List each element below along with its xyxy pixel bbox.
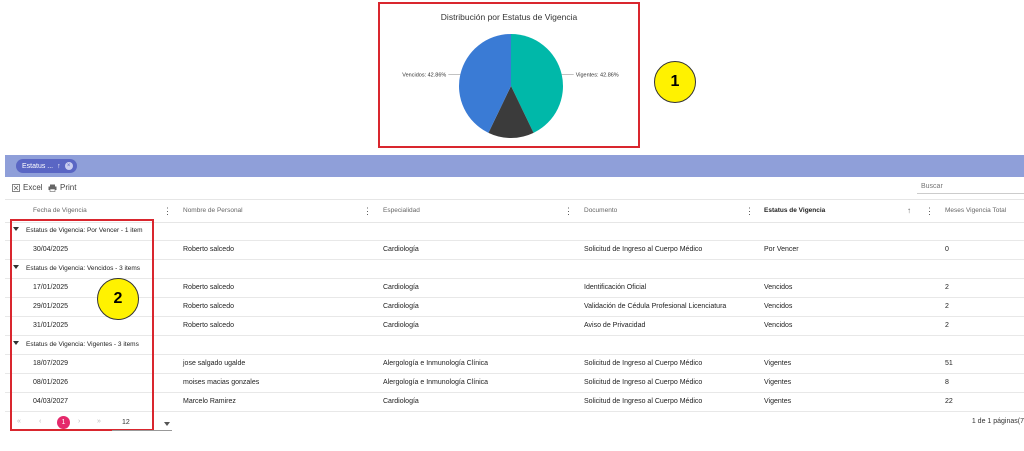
cell-especialidad: Cardiología — [383, 303, 419, 310]
cell-estatus: Vencidos — [764, 322, 793, 329]
pie-chart: Vigentes: 42.86% Vencidos: 42.86% — [402, 34, 619, 138]
first-page-icon[interactable]: « — [17, 418, 21, 425]
cell-especialidad: Cardiología — [383, 284, 419, 291]
group-chip-label: Estatus ... — [22, 162, 54, 170]
excel-button[interactable]: Excel — [12, 183, 43, 192]
cell-meses: 0 — [945, 246, 949, 253]
column-menu-icon[interactable]: ⋮ — [363, 200, 372, 222]
cell-meses: 8 — [945, 379, 949, 386]
chevron-down-icon — [164, 422, 170, 426]
cell-meses: 22 — [945, 398, 953, 405]
column-header-especialidad[interactable]: Especialidad — [383, 200, 420, 222]
cell-documento: Aviso de Privacidad — [584, 322, 646, 329]
pie-data-label: Vencidos: 42.86% — [402, 72, 446, 78]
column-header-nombre[interactable]: Nombre de Personal — [183, 200, 243, 222]
cell-meses: 2 — [945, 322, 949, 329]
cell-documento: Solicitud de Ingreso al Cuerpo Médico — [584, 379, 703, 386]
column-menu-icon[interactable]: ⋮ — [564, 200, 573, 222]
cell-documento: Validación de Cédula Profesional Licenci… — [584, 303, 727, 310]
group-row[interactable]: Estatus de Vigencia: Vencidos - 3 items — [5, 259, 1024, 279]
cell-estatus: Por Vencer — [764, 246, 799, 253]
sort-asc-icon[interactable]: ↑ — [907, 200, 911, 222]
group-chip-estatus[interactable]: Estatus ... ↑ × — [16, 159, 77, 173]
cell-meses: 2 — [945, 284, 949, 291]
cell-especialidad: Cardiología — [383, 246, 419, 253]
cell-nombre: Marcelo Ramirez — [183, 398, 236, 405]
cell-estatus: Vigentes — [764, 360, 792, 367]
table-row[interactable]: 17/01/2025 Roberto salcedo Cardiología Iden… — [5, 278, 1024, 298]
print-label: Print — [60, 183, 77, 192]
table-row[interactable]: 08/01/2026 moises macias gonzales Alergolo… — [5, 373, 1024, 393]
cell-nombre: Roberto salcedo — [183, 303, 234, 310]
cell-especialidad: Alergología e Inmunología Clínica — [383, 360, 489, 367]
cell-especialidad: Cardiología — [383, 322, 419, 329]
group-panel: Estatus ... ↑ × — [5, 155, 1024, 177]
cell-especialidad: Alergología e Inmunología Clínica — [383, 379, 489, 386]
pager-info: 1 de 1 páginas(7 — [971, 418, 1024, 425]
next-page-icon[interactable]: › — [78, 418, 80, 425]
column-header-estatus[interactable]: Estatus de Vigencia — [764, 200, 825, 222]
group-row[interactable]: Estatus de Vigencia: Por Vencer - 1 item — [5, 221, 1024, 241]
cell-nombre: Roberto salcedo — [183, 246, 234, 253]
close-icon[interactable]: × — [64, 162, 73, 170]
column-header-documento[interactable]: Documento — [584, 200, 617, 222]
pie-data-label: Vigentes: 42.86% — [576, 72, 619, 78]
cell-estatus: Vigentes — [764, 398, 792, 405]
print-button[interactable]: Print — [48, 183, 76, 192]
cell-meses: 51 — [945, 360, 953, 367]
grid-toolbar: Excel Print — [5, 178, 1024, 198]
page-size-value: 12 — [122, 419, 130, 426]
page-button-1[interactable]: 1 — [57, 416, 70, 429]
prev-page-icon[interactable]: ‹ — [39, 418, 41, 425]
excel-icon — [12, 183, 20, 192]
column-header-meses[interactable]: Meses Vigencia Total — [945, 200, 1006, 222]
pager: « ‹ 1 › » 12 1 de 1 páginas(7 — [5, 412, 1024, 434]
table-row[interactable]: 30/04/2025 Roberto salcedo Cardiología Soli… — [5, 240, 1024, 260]
cell-estatus: Vigentes — [764, 379, 792, 386]
table-row[interactable]: 31/01/2025 Roberto salcedo Cardiología Avis… — [5, 316, 1024, 336]
cell-documento: Solicitud de Ingreso al Cuerpo Médico — [584, 360, 703, 367]
excel-label: Excel — [23, 183, 43, 192]
callout-badge-2: 2 — [97, 278, 139, 320]
cell-documento: Solicitud de Ingreso al Cuerpo Médico — [584, 398, 703, 405]
page-size-select[interactable]: 12 — [112, 416, 172, 431]
table-row[interactable]: 04/03/2027 Marcelo Ramirez Cardiología Soli… — [5, 392, 1024, 412]
table-row[interactable]: 18/07/2029 jose salgado ugalde Alergología… — [5, 354, 1024, 374]
cell-especialidad: Cardiología — [383, 398, 419, 405]
cell-nombre: Roberto salcedo — [183, 322, 234, 329]
search-input[interactable] — [917, 180, 1024, 194]
cell-documento: Identificación Oficial — [584, 284, 647, 291]
column-menu-icon[interactable]: ⋮ — [925, 200, 934, 222]
chart-panel: Distribución por Estatus de Vigencia Vig… — [378, 2, 640, 148]
last-page-icon[interactable]: » — [97, 418, 101, 425]
column-menu-icon[interactable]: ⋮ — [745, 200, 754, 222]
table-row[interactable]: 29/01/2025 Roberto salcedo Cardiología Vali… — [5, 297, 1024, 317]
cell-estatus: Vencidos — [764, 303, 793, 310]
callout-badge-1: 1 — [654, 61, 696, 103]
sort-asc-icon[interactable]: ↑ — [57, 163, 61, 170]
column-menu-icon[interactable]: ⋮ — [163, 200, 172, 222]
cell-nombre: Roberto salcedo — [183, 284, 234, 291]
highlight-box-2 — [10, 219, 154, 431]
cell-meses: 2 — [945, 303, 949, 310]
cell-nombre: moises macias gonzales — [183, 379, 260, 386]
cell-nombre: jose salgado ugalde — [183, 360, 246, 367]
cell-documento: Solicitud de Ingreso al Cuerpo Médico — [584, 246, 703, 253]
print-icon — [48, 184, 57, 192]
cell-estatus: Vencidos — [764, 284, 793, 291]
grid-header: Fecha de Vigencia ⋮ Nombre de Personal ⋮… — [5, 199, 1024, 223]
group-row[interactable]: Estatus de Vigencia: Vigentes - 3 items — [5, 335, 1024, 355]
